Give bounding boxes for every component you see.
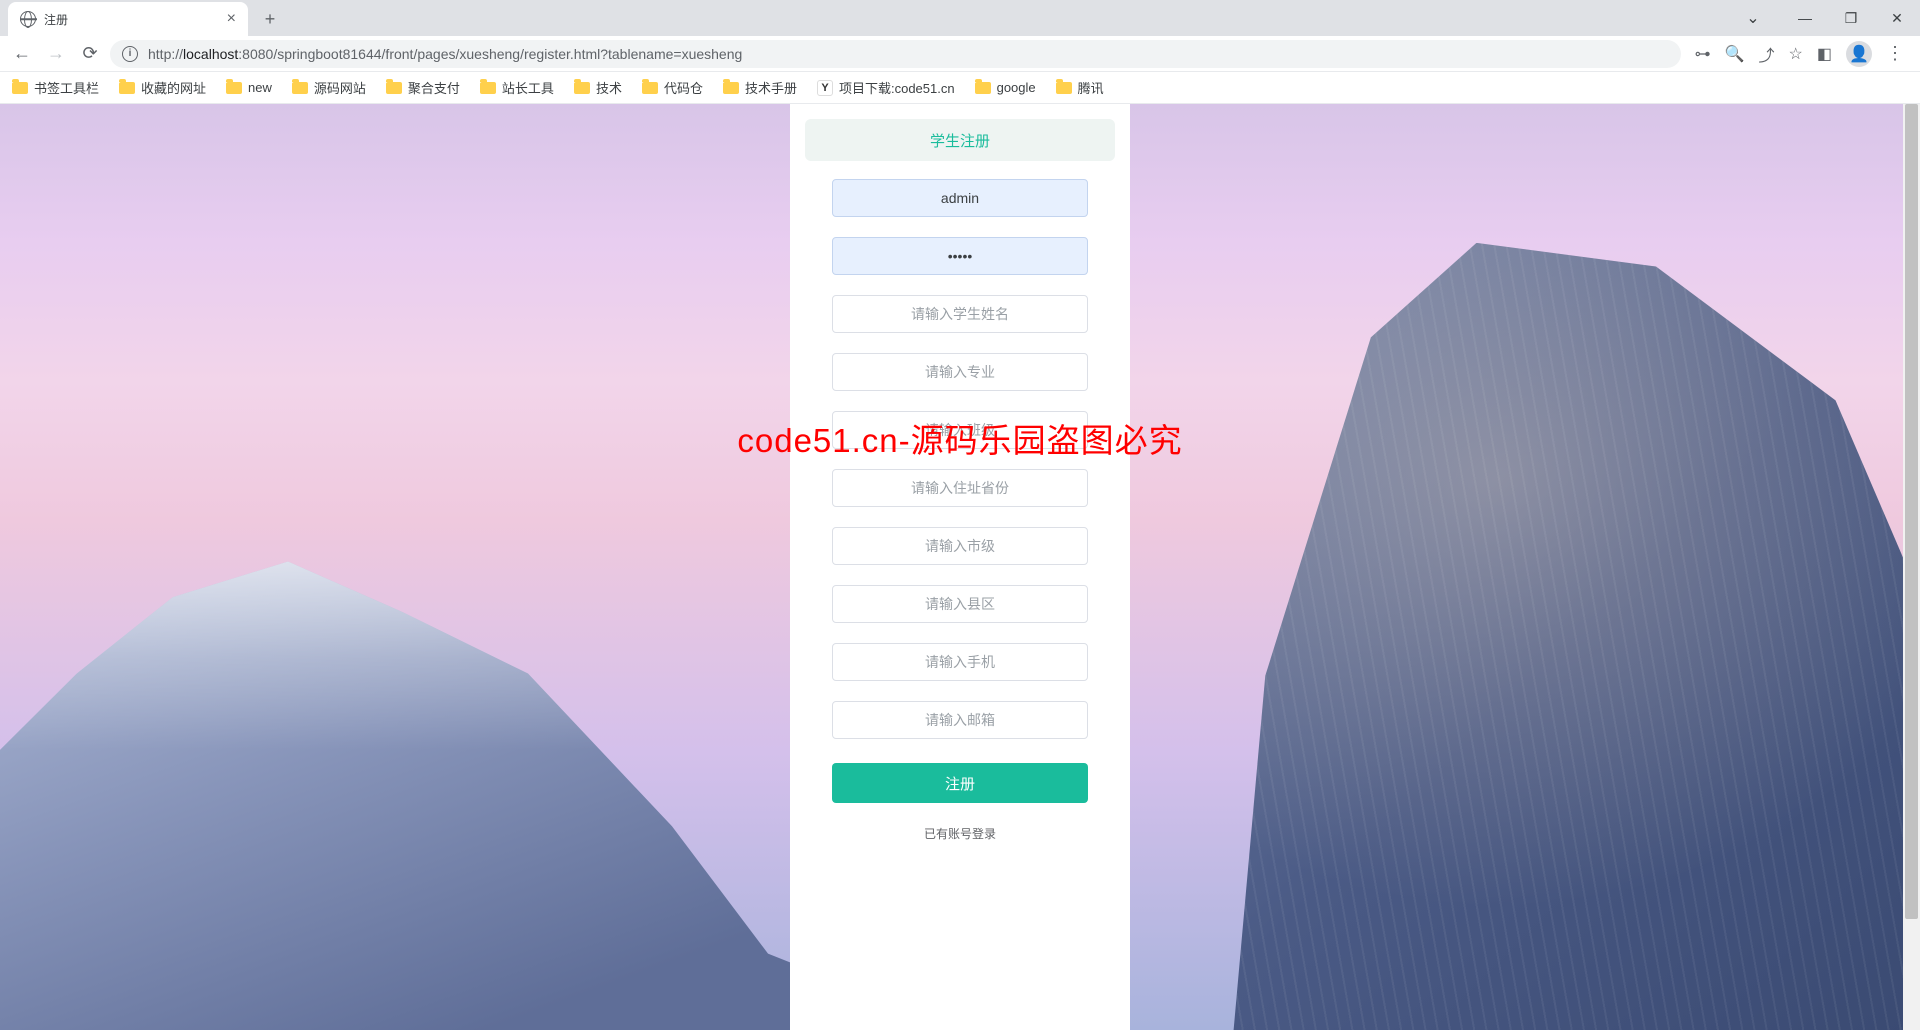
toolbar-right-icons: ⊶ 🔍 ⤴ ☆ ◧ 👤 ⋮: [1687, 41, 1912, 67]
bookmark-label: 收藏的网址: [141, 78, 206, 97]
address-bar-row: ← → ⟳ i http://localhost:8080/springboot…: [0, 36, 1920, 72]
bookmark-label: new: [248, 80, 272, 95]
bookmark-label: 技术手册: [745, 78, 797, 97]
bookmark-label: 站长工具: [502, 78, 554, 97]
bookmark-item[interactable]: 代码仓: [642, 78, 703, 97]
reload-button[interactable]: ⟳: [76, 40, 104, 68]
tab-title: 注册: [44, 11, 68, 28]
forward-button[interactable]: →: [42, 40, 70, 68]
window-controls: ⌄ — ❐ ✕: [1730, 0, 1920, 36]
site-info-icon[interactable]: i: [122, 46, 138, 62]
folder-icon: [975, 82, 991, 94]
password-key-icon[interactable]: ⊶: [1695, 44, 1711, 64]
city-input[interactable]: [832, 527, 1088, 565]
phone-input[interactable]: [832, 643, 1088, 681]
bookmark-label: 腾讯: [1078, 78, 1104, 97]
folder-icon: [12, 82, 28, 94]
email-input[interactable]: [832, 701, 1088, 739]
folder-icon: [723, 82, 739, 94]
url-bar[interactable]: i http://localhost:8080/springboot81644/…: [110, 40, 1681, 68]
bookmark-item[interactable]: 收藏的网址: [119, 78, 206, 97]
bookmark-item[interactable]: 技术手册: [723, 78, 797, 97]
bookmark-item[interactable]: new: [226, 80, 272, 95]
sidepanel-icon[interactable]: ◧: [1817, 44, 1832, 64]
province-input[interactable]: [832, 469, 1088, 507]
globe-icon: [20, 11, 36, 27]
folder-icon: [1056, 82, 1072, 94]
page-content: 学生注册 注册 已有账号登录 code51.cn-源码乐园盗图必究: [0, 104, 1920, 1030]
register-card: 学生注册 注册 已有账号登录: [790, 104, 1130, 1030]
folder-icon: [642, 82, 658, 94]
scrollbar-track[interactable]: [1903, 104, 1920, 1030]
folder-icon: [292, 82, 308, 94]
district-input[interactable]: [832, 585, 1088, 623]
zoom-icon[interactable]: 🔍: [1725, 44, 1745, 64]
tab-bar: 注册 × + ⌄ — ❐ ✕: [0, 0, 1920, 36]
close-window-button[interactable]: ✕: [1874, 0, 1920, 36]
folder-icon: [480, 82, 496, 94]
bookmark-item[interactable]: 聚合支付: [386, 78, 460, 97]
major-input[interactable]: [832, 353, 1088, 391]
bookmark-item[interactable]: google: [975, 80, 1036, 95]
folder-icon: [119, 82, 135, 94]
folder-icon: [386, 82, 402, 94]
login-link[interactable]: 已有账号登录: [832, 825, 1088, 842]
bookmark-item[interactable]: Y 项目下载:code51.cn: [817, 78, 955, 97]
bookmark-star-icon[interactable]: ☆: [1789, 44, 1803, 64]
password-input[interactable]: [832, 237, 1088, 275]
scrollbar-thumb[interactable]: [1905, 104, 1918, 919]
maximize-button[interactable]: ❐: [1828, 0, 1874, 36]
menu-dots-icon[interactable]: ⋮: [1886, 43, 1904, 64]
bookmark-label: 技术: [596, 78, 622, 97]
bookmark-item[interactable]: 书签工具栏: [12, 78, 99, 97]
bookmark-label: google: [997, 80, 1036, 95]
bookmark-item[interactable]: 腾讯: [1056, 78, 1104, 97]
register-button[interactable]: 注册: [832, 763, 1088, 803]
minimize-button[interactable]: —: [1782, 0, 1828, 36]
bookmark-item[interactable]: 站长工具: [480, 78, 554, 97]
tab-dropdown-icon[interactable]: ⌄: [1730, 0, 1776, 36]
profile-avatar-icon[interactable]: 👤: [1846, 41, 1872, 67]
bookmark-item[interactable]: 技术: [574, 78, 622, 97]
student-name-input[interactable]: [832, 295, 1088, 333]
site-icon: Y: [817, 80, 833, 96]
bookmark-label: 聚合支付: [408, 78, 460, 97]
bookmark-label: 源码网站: [314, 78, 366, 97]
url-text: http://localhost:8080/springboot81644/fr…: [148, 46, 742, 62]
folder-icon: [226, 82, 242, 94]
bookmarks-bar: 书签工具栏 收藏的网址 new 源码网站 聚合支付 站长工具 技术 代码仓 技术手册 Y 项目下载:…: [0, 72, 1920, 104]
class-input[interactable]: [832, 411, 1088, 449]
bookmark-label: 代码仓: [664, 78, 703, 97]
username-input[interactable]: [832, 179, 1088, 217]
share-icon[interactable]: ⤴: [1759, 42, 1775, 66]
bookmark-label: 书签工具栏: [34, 78, 99, 97]
new-tab-button[interactable]: +: [256, 5, 284, 33]
folder-icon: [574, 82, 590, 94]
close-tab-icon[interactable]: ×: [227, 10, 236, 28]
browser-tab[interactable]: 注册 ×: [8, 2, 248, 36]
back-button[interactable]: ←: [8, 40, 36, 68]
form-title: 学生注册: [805, 119, 1115, 161]
bookmark-label: 项目下载:code51.cn: [839, 78, 955, 97]
bookmark-item[interactable]: 源码网站: [292, 78, 366, 97]
